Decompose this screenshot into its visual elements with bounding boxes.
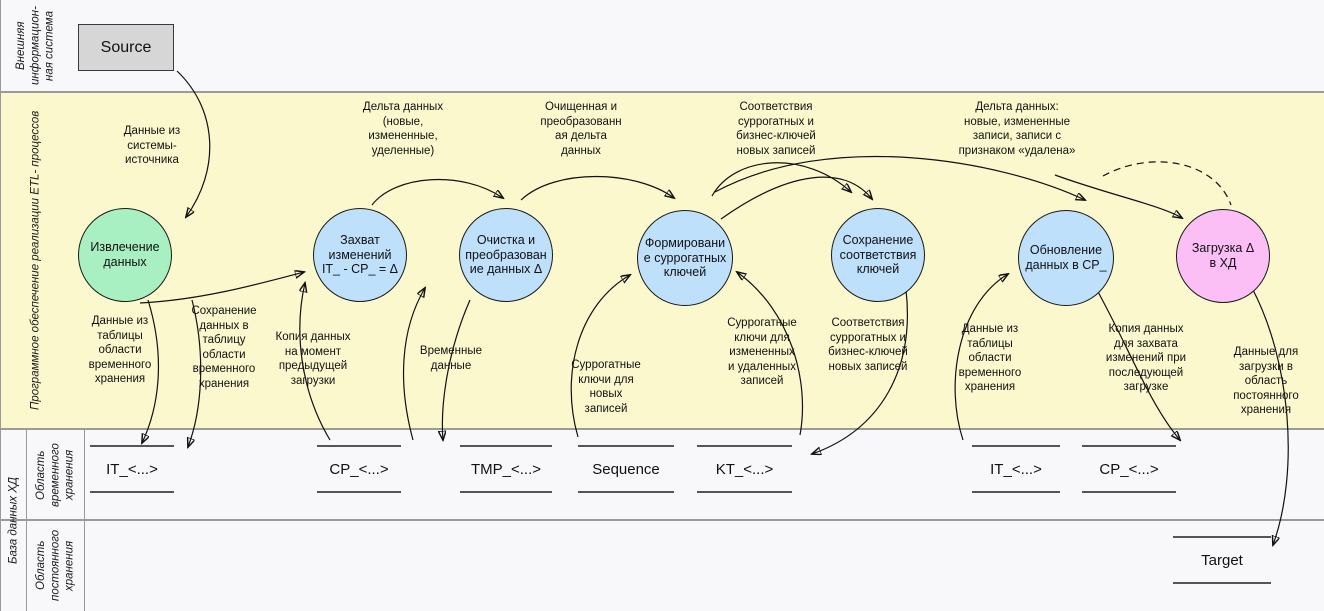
lane-label-external: Внешняя информацион- ная система bbox=[0, 0, 70, 92]
annotation-copy-for-capture: Копия данных для захвата изменений при п… bbox=[1105, 323, 1187, 394]
annotation-delta-records: Дельта данных: новые, измененные записи,… bbox=[958, 101, 1076, 157]
store-sequence-label: Sequence bbox=[592, 460, 660, 478]
node-load[interactable]: Загрузка Δ в ХД bbox=[1176, 209, 1270, 303]
node-update[interactable]: Обновление данных в CP_ bbox=[1018, 210, 1114, 306]
lane-label-temporary: Область временного хранения bbox=[26, 429, 84, 520]
annotation-surrogate-changed: Суррогатные ключи для измененных и удале… bbox=[727, 317, 797, 388]
store-it-right-label: IT_<...> bbox=[990, 460, 1042, 478]
lane-band-permanent bbox=[0, 520, 1324, 611]
diagram-canvas: Внешняя информацион- ная система Програм… bbox=[0, 0, 1324, 611]
lane-label-etl: Программное обеспечение реализации ETL- … bbox=[0, 92, 70, 429]
node-surrogate-keys[interactable]: Формировани е суррогатных ключей bbox=[637, 210, 733, 306]
annotation-save-to-temp: Сохранение данных в таблицу области врем… bbox=[191, 305, 257, 390]
annotation-surrogate-new: Суррогатные ключи для новых записей bbox=[571, 359, 641, 415]
store-kt[interactable]: KT_<...> bbox=[697, 445, 792, 493]
store-tmp[interactable]: TMP_<...> bbox=[460, 445, 552, 493]
annotation-source-data: Данные из системы- источника bbox=[123, 125, 181, 167]
node-key-match-label: Сохранение соответствия ключей bbox=[839, 232, 917, 277]
lane-label-permanent: Область постоянного хранения bbox=[26, 520, 84, 611]
node-extract[interactable]: Извлечение данных bbox=[78, 208, 172, 302]
store-target[interactable]: Target bbox=[1173, 536, 1271, 584]
annotation-key-matches-new-2: Соответствия суррогатных и бизнес-ключей… bbox=[828, 317, 908, 373]
node-capture[interactable]: Захват изменений IT_ - CP_ = Δ bbox=[313, 208, 407, 302]
node-cleanse[interactable]: Очистка и преобразован ие данных Δ bbox=[459, 208, 553, 302]
annotation-data-from-temp-1: Данные из таблицы области временного хра… bbox=[88, 315, 152, 386]
annotation-data-for-perm: Данные для загрузки в область постоянног… bbox=[1233, 346, 1299, 417]
node-update-label: Обновление данных в CP_ bbox=[1025, 243, 1107, 272]
node-capture-label: Захват изменений IT_ - CP_ = Δ bbox=[321, 232, 399, 277]
node-surrogate-keys-label: Формировани е суррогатных ключей bbox=[643, 235, 727, 280]
lane-divider-db bbox=[84, 429, 85, 611]
annotation-cleaned-delta: Очищенная и преобразованн ая дельта данн… bbox=[540, 101, 622, 157]
store-target-label: Target bbox=[1201, 551, 1243, 569]
store-tmp-label: TMP_<...> bbox=[470, 460, 542, 478]
source-box-label: Source bbox=[100, 38, 152, 56]
store-cp-left-label: CP_<...> bbox=[329, 460, 389, 478]
store-cp-right[interactable]: CP_<...> bbox=[1082, 445, 1176, 493]
annotation-delta-data: Дельта данных (новые, измененные, уделен… bbox=[362, 101, 444, 157]
store-it-left[interactable]: IT_<...> bbox=[90, 445, 174, 493]
node-key-match[interactable]: Сохранение соответствия ключей bbox=[831, 208, 925, 302]
node-load-label: Загрузка Δ в ХД bbox=[1191, 241, 1255, 270]
lane-label-database: База данных ХД bbox=[0, 429, 26, 611]
annotation-copy-prev-load: Копия данных на момент предыдущей загруз… bbox=[275, 331, 351, 387]
store-it-left-label: IT_<...> bbox=[106, 460, 158, 478]
store-kt-label: KT_<...> bbox=[715, 460, 774, 478]
node-extract-label: Извлечение данных bbox=[90, 240, 160, 269]
annotation-key-matches-new: Соответствия суррогатных и бизнес-ключей… bbox=[736, 101, 816, 157]
annotation-temp-data: Временные данные bbox=[419, 345, 483, 372]
store-cp-right-label: CP_<...> bbox=[1099, 460, 1159, 478]
lane-band-external bbox=[0, 0, 1324, 92]
store-sequence[interactable]: Sequence bbox=[578, 445, 674, 493]
annotation-data-from-temp-2: Данные из таблицы области временного хра… bbox=[958, 323, 1022, 394]
store-cp-left[interactable]: CP_<...> bbox=[317, 445, 401, 493]
source-box[interactable]: Source bbox=[78, 24, 174, 71]
node-cleanse-label: Очистка и преобразован ие данных Δ bbox=[465, 232, 547, 277]
store-it-right[interactable]: IT_<...> bbox=[972, 445, 1060, 493]
